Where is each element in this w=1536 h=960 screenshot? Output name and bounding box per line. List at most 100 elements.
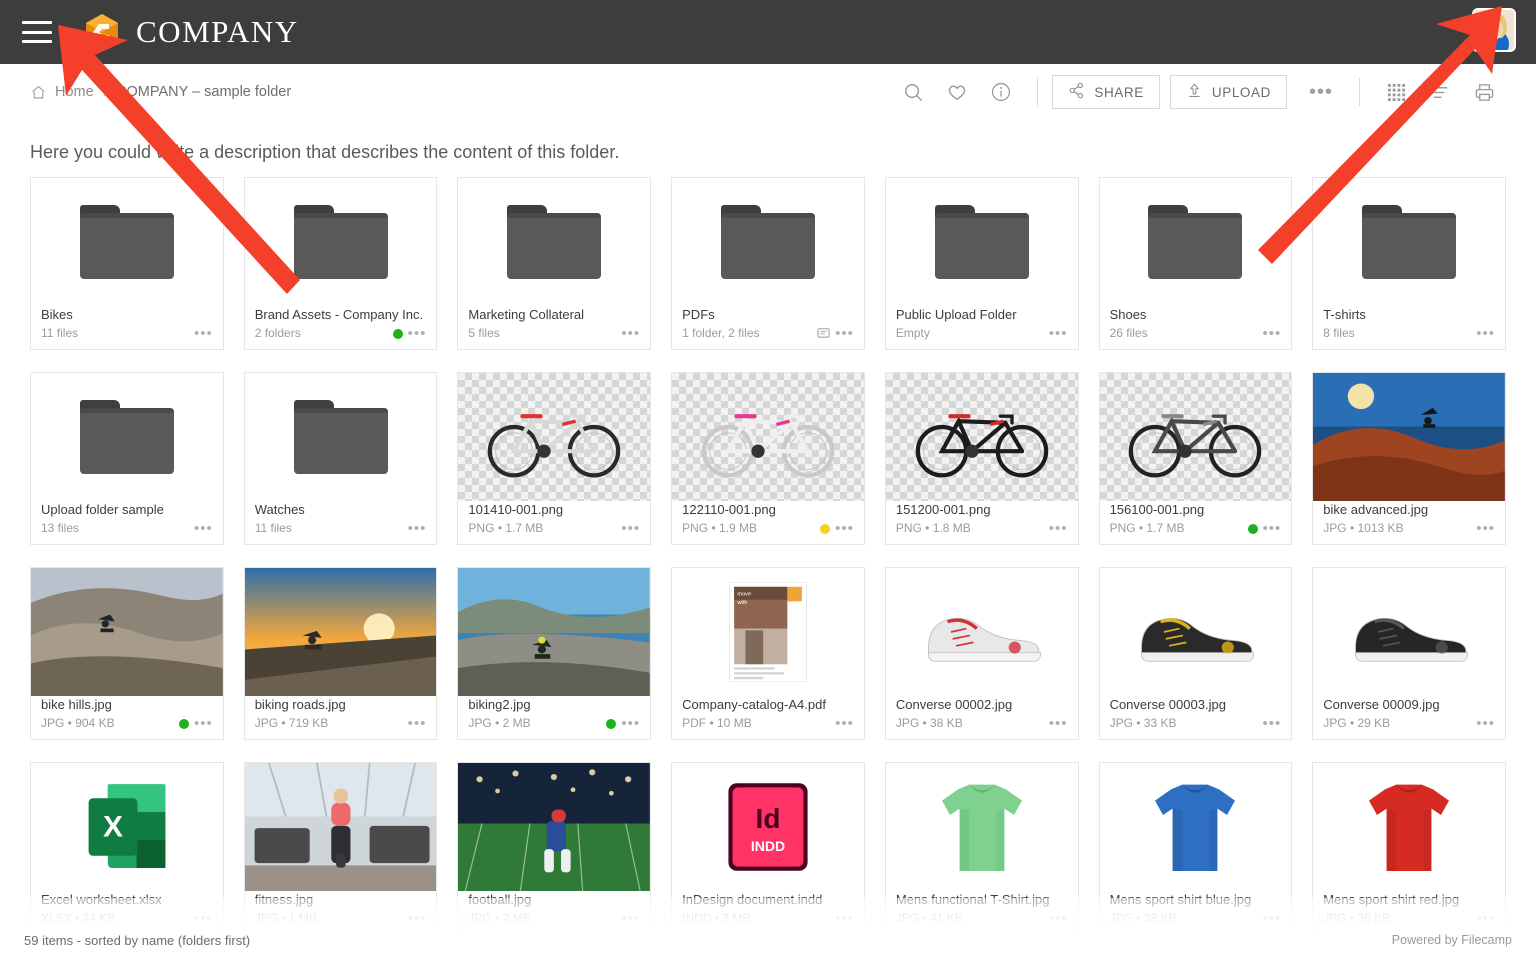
- card-menu-button[interactable]: •••: [194, 716, 213, 731]
- card-thumbnail[interactable]: [886, 763, 1078, 891]
- card-thumbnail[interactable]: [1313, 373, 1505, 501]
- card-menu-button[interactable]: •••: [1476, 521, 1495, 536]
- file-card[interactable]: Shoes 26 files •••: [1098, 177, 1293, 350]
- card-thumbnail[interactable]: [244, 568, 437, 696]
- card-menu-button[interactable]: •••: [408, 326, 427, 341]
- share-button[interactable]: SHARE: [1052, 75, 1160, 109]
- file-card[interactable]: Converse 00003.jpg JPG • 33 KB •••: [1098, 567, 1293, 740]
- card-thumbnail[interactable]: [1099, 373, 1292, 501]
- file-card[interactable]: football.jpg JPG • 2 MB •••: [457, 762, 652, 935]
- card-thumbnail[interactable]: [1313, 178, 1505, 306]
- home-icon[interactable]: [30, 84, 47, 101]
- card-menu-button[interactable]: •••: [621, 716, 640, 731]
- status-dot: [606, 718, 617, 729]
- card-menu-button[interactable]: •••: [1049, 521, 1068, 536]
- card-thumbnail[interactable]: [31, 568, 223, 696]
- file-card[interactable]: Mens sport shirt blue.jpg JPG • 38 KB •••: [1098, 762, 1293, 935]
- card-menu-button[interactable]: •••: [194, 326, 213, 341]
- card-menu-button[interactable]: •••: [835, 716, 854, 731]
- file-card[interactable]: PDFs 1 folder, 2 files •••: [671, 177, 865, 350]
- upload-button[interactable]: UPLOAD: [1169, 75, 1287, 109]
- card-thumbnail[interactable]: [458, 763, 651, 891]
- more-actions-button[interactable]: •••: [1297, 82, 1345, 102]
- hamburger-icon[interactable]: [22, 21, 52, 43]
- card-thumbnail[interactable]: [245, 178, 437, 306]
- card-menu-button[interactable]: •••: [1263, 716, 1282, 731]
- card-thumbnail[interactable]: move with: [672, 568, 864, 696]
- card-thumbnail[interactable]: [458, 178, 650, 306]
- search-icon[interactable]: [891, 74, 935, 110]
- file-card[interactable]: biking2.jpg JPG • 2 MB •••: [457, 567, 652, 740]
- file-card[interactable]: 122110-001.png PNG • 1.9 MB •••: [671, 372, 865, 545]
- file-card[interactable]: Mens sport shirt red.jpg JPG • 36 KB •••: [1312, 762, 1506, 935]
- card-menu-button[interactable]: •••: [1263, 521, 1282, 536]
- file-card[interactable]: Upload folder sample 13 files •••: [30, 372, 224, 545]
- card-thumbnail[interactable]: Id INDD: [672, 763, 864, 891]
- breadcrumb-home[interactable]: Home: [55, 84, 94, 100]
- file-name: bike hills.jpg: [41, 697, 112, 712]
- card-meta: bike advanced.jpg JPG • 1013 KB •••: [1313, 501, 1505, 544]
- list-view-icon[interactable]: [1418, 74, 1462, 110]
- card-thumbnail[interactable]: [245, 373, 437, 501]
- card-thumbnail[interactable]: [885, 373, 1078, 501]
- file-card[interactable]: bike advanced.jpg JPG • 1013 KB •••: [1312, 372, 1506, 545]
- brand[interactable]: COMPANY: [82, 12, 299, 52]
- info-icon[interactable]: [979, 74, 1023, 110]
- file-card[interactable]: Public Upload Folder Empty •••: [884, 177, 1079, 350]
- card-menu-button[interactable]: •••: [621, 326, 640, 341]
- card-menu-button[interactable]: •••: [621, 521, 640, 536]
- file-card[interactable]: 151200-001.png PNG • 1.8 MB •••: [884, 372, 1079, 545]
- file-card[interactable]: 156100-001.png PNG • 1.7 MB •••: [1098, 372, 1293, 545]
- card-menu-button[interactable]: •••: [835, 521, 854, 536]
- grid-view-icon[interactable]: [1374, 74, 1418, 110]
- card-thumbnail[interactable]: [672, 178, 864, 306]
- card-thumbnail[interactable]: [1100, 763, 1292, 891]
- comment-icon[interactable]: [817, 327, 830, 340]
- svg-text:with: with: [736, 600, 747, 606]
- file-card[interactable]: Marketing Collateral 5 files •••: [457, 177, 652, 350]
- card-thumbnail[interactable]: [1313, 763, 1505, 891]
- file-card[interactable]: Mens functional T-Shirt.jpg JPG • 41 KB ••…: [884, 762, 1079, 935]
- card-menu-button[interactable]: •••: [835, 326, 854, 341]
- file-card[interactable]: Watches 11 files •••: [243, 372, 438, 545]
- file-card[interactable]: Id INDD InDesign document.indd INDD • 3 MB •…: [671, 762, 865, 935]
- breadcrumb-current[interactable]: COMPANY – sample folder: [116, 84, 291, 100]
- card-thumbnail[interactable]: [1313, 568, 1505, 696]
- file-card[interactable]: biking roads.jpg JPG • 719 KB •••: [243, 567, 438, 740]
- card-thumbnail[interactable]: [1100, 178, 1292, 306]
- heart-icon[interactable]: [935, 74, 979, 110]
- file-name: Mens sport shirt blue.jpg: [1109, 892, 1252, 907]
- file-card[interactable]: Converse 00009.jpg JPG • 29 KB •••: [1312, 567, 1506, 740]
- card-menu-button[interactable]: •••: [408, 521, 427, 536]
- file-card[interactable]: X Excel worksheet.xlsx XLSX • 24 KB •••: [30, 762, 224, 935]
- print-icon[interactable]: [1462, 74, 1506, 110]
- file-card[interactable]: fitness.jpg JPG • 1 MB •••: [243, 762, 438, 935]
- card-thumbnail[interactable]: [886, 178, 1078, 306]
- card-thumbnail[interactable]: [31, 178, 223, 306]
- card-thumbnail[interactable]: [31, 373, 223, 501]
- card-menu-button[interactable]: •••: [194, 521, 213, 536]
- card-menu-button[interactable]: •••: [408, 716, 427, 731]
- avatar[interactable]: [1472, 8, 1516, 52]
- card-menu-button[interactable]: •••: [1049, 326, 1068, 341]
- card-menu-button[interactable]: •••: [1476, 716, 1495, 731]
- card-thumbnail[interactable]: [244, 763, 437, 891]
- file-name: football.jpg: [468, 892, 532, 907]
- file-card[interactable]: move with Company-catalog-A4.pdf PDF • 10 M…: [671, 567, 865, 740]
- file-card[interactable]: Brand Assets - Company Inc. 2 folders •••: [243, 177, 438, 350]
- card-thumbnail[interactable]: X: [31, 763, 223, 891]
- file-card[interactable]: Converse 00002.jpg JPG • 38 KB •••: [884, 567, 1079, 740]
- file-name: Bikes: [41, 307, 73, 322]
- card-thumbnail[interactable]: [886, 568, 1078, 696]
- file-card[interactable]: 101410-001.png PNG • 1.7 MB •••: [457, 372, 652, 545]
- card-thumbnail[interactable]: [1100, 568, 1292, 696]
- card-menu-button[interactable]: •••: [1263, 326, 1282, 341]
- card-menu-button[interactable]: •••: [1049, 716, 1068, 731]
- card-menu-button[interactable]: •••: [1476, 326, 1495, 341]
- file-card[interactable]: T-shirts 8 files •••: [1312, 177, 1506, 350]
- card-thumbnail[interactable]: [458, 568, 651, 696]
- card-thumbnail[interactable]: [672, 373, 864, 501]
- file-card[interactable]: Bikes 11 files •••: [30, 177, 224, 350]
- card-thumbnail[interactable]: [458, 373, 651, 501]
- file-card[interactable]: bike hills.jpg JPG • 904 KB •••: [30, 567, 224, 740]
